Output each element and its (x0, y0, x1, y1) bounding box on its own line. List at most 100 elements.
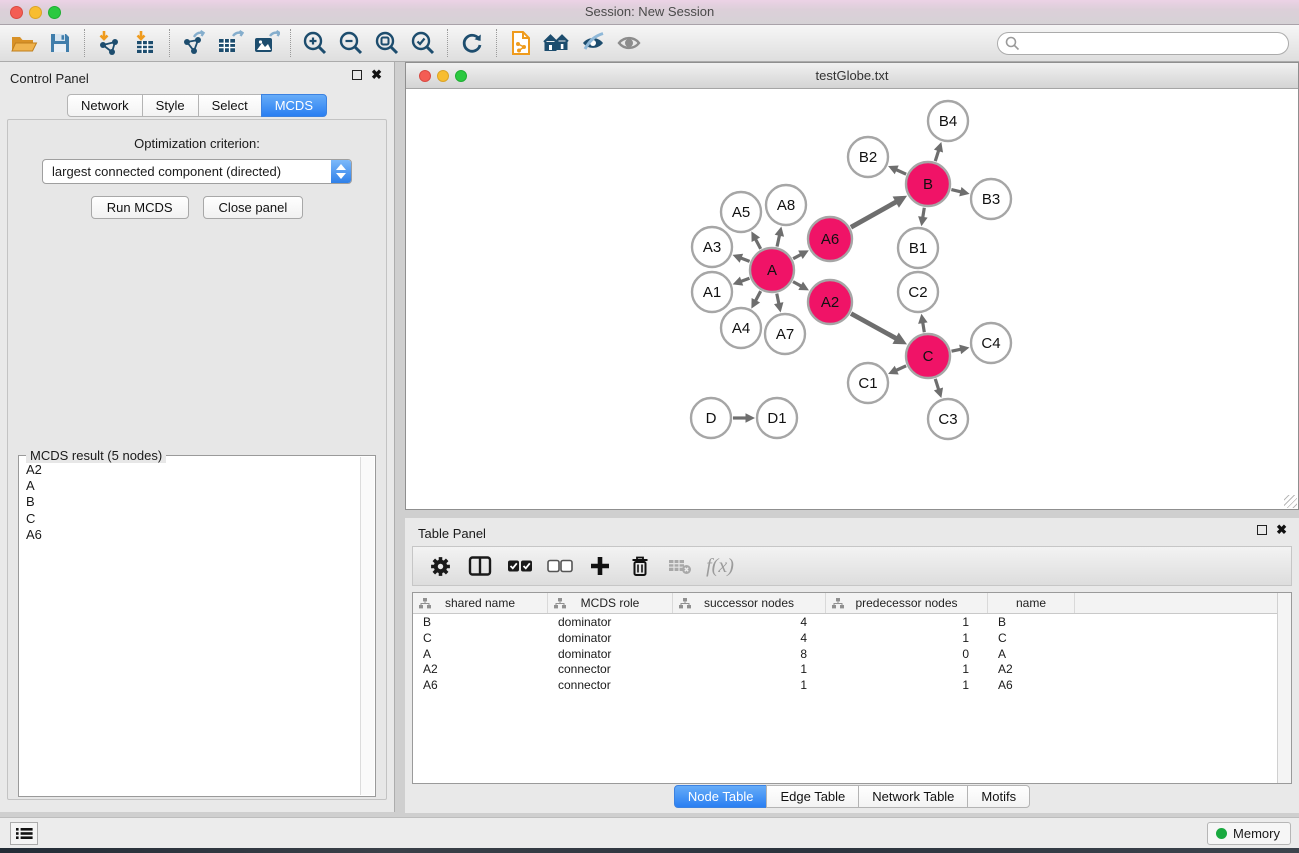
graph-node-label-A8: A8 (777, 197, 795, 214)
graph-edge-A-A5[interactable] (755, 239, 760, 249)
open-session-button[interactable] (6, 28, 42, 58)
graph-edge-arrowhead (959, 187, 969, 196)
table-scrollbar[interactable] (1277, 593, 1291, 783)
result-scrollbar[interactable] (360, 457, 374, 795)
close-panel-button[interactable]: Close panel (203, 196, 304, 219)
table-header-row: shared name MCDS role successor nodes pr… (413, 593, 1291, 614)
column-header-mcds-role[interactable]: MCDS role (548, 593, 673, 613)
graph-edge-B-B1[interactable] (923, 208, 925, 218)
list-item[interactable]: A (26, 478, 353, 494)
list-item[interactable]: B (26, 494, 353, 510)
cell-mcds-role: connector (548, 661, 673, 677)
graph-edge-arrowhead (934, 388, 943, 399)
graph-edge-A-A3[interactable] (740, 258, 749, 261)
graph-node-label-D: D (706, 410, 717, 427)
table-row[interactable]: A6 connector 1 1 A6 (413, 677, 1291, 693)
zoom-out-button[interactable] (333, 28, 369, 58)
float-table-panel-icon[interactable] (1257, 525, 1267, 535)
deselect-all-button[interactable] (545, 552, 575, 580)
desktop-background-strip (0, 848, 1299, 853)
select-all-button[interactable] (505, 552, 535, 580)
import-network-icon (96, 30, 122, 56)
save-session-button[interactable] (42, 28, 78, 58)
delete-column-button[interactable] (625, 552, 655, 580)
table-row[interactable]: A dominator 8 0 A (413, 646, 1291, 662)
list-item[interactable]: A2 (26, 462, 353, 478)
run-mcds-button[interactable]: Run MCDS (91, 196, 189, 219)
new-session-button[interactable] (503, 28, 539, 58)
graph-edge-C-C4[interactable] (952, 349, 962, 351)
graph-node-label-B4: B4 (939, 113, 957, 130)
tab-network[interactable]: Network (67, 94, 143, 117)
network-canvas[interactable]: B4B2BB3B1A5A8A6A3AA1A2A4A7C2C4CC1C3DD1 (406, 89, 1298, 509)
network-window-titlebar: testGlobe.txt (406, 63, 1298, 89)
graph-edge-A-A1[interactable] (741, 278, 750, 281)
column-header-successor-nodes[interactable]: successor nodes (673, 593, 826, 613)
zoom-fit-button[interactable] (369, 28, 405, 58)
graph-edge-B-B3[interactable] (951, 190, 961, 192)
column-header-predecessor-nodes[interactable]: predecessor nodes (826, 593, 988, 613)
table-row[interactable]: B dominator 4 1 B (413, 614, 1291, 630)
memory-label: Memory (1233, 826, 1280, 841)
graph-edge-B-B2[interactable] (896, 170, 906, 175)
list-item[interactable]: A6 (26, 527, 353, 543)
tab-mcds[interactable]: MCDS (261, 94, 327, 117)
graph-node-label-B2: B2 (859, 149, 877, 166)
show-columns-button[interactable] (465, 552, 495, 580)
columns-icon (468, 555, 492, 577)
cell-shared-name: A6 (413, 677, 548, 693)
table-settings-button[interactable] (425, 552, 455, 580)
graph-edge-A-A6[interactable] (793, 254, 801, 258)
homes-button[interactable] (539, 28, 575, 58)
resize-grip-icon[interactable] (1284, 495, 1297, 508)
tab-node-table[interactable]: Node Table (674, 785, 768, 808)
optimization-criterion-select[interactable]: largest connected component (directed) (42, 159, 352, 184)
show-graphics-details-button[interactable] (611, 28, 647, 58)
graph-edge-A-A2[interactable] (793, 282, 802, 287)
graph-node-label-C1: C1 (858, 375, 877, 392)
graph-edge-A6-B[interactable] (851, 202, 897, 228)
apply-layout-button[interactable] (454, 28, 490, 58)
graph-edge-C-C2[interactable] (923, 322, 925, 332)
column-header-shared-name[interactable]: shared name (413, 593, 548, 613)
graph-edge-A-A8[interactable] (777, 235, 780, 247)
tab-network-table[interactable]: Network Table (858, 785, 968, 808)
column-header-name[interactable]: name (988, 593, 1075, 613)
trash-icon (629, 555, 651, 577)
create-column-button[interactable] (585, 552, 615, 580)
export-network-button[interactable] (176, 28, 212, 58)
graph-node-label-A1: A1 (703, 284, 721, 301)
close-table-panel-icon[interactable]: ✖ (1276, 525, 1287, 535)
tab-edge-table[interactable]: Edge Table (766, 785, 859, 808)
table-row[interactable]: A2 connector 1 1 A2 (413, 661, 1291, 677)
table-row[interactable]: C dominator 4 1 C (413, 630, 1291, 646)
graph-edge-A2-C[interactable] (851, 314, 896, 339)
import-network-button[interactable] (91, 28, 127, 58)
hide-graphics-details-button[interactable] (575, 28, 611, 58)
tab-select[interactable]: Select (198, 94, 262, 117)
show-task-history-button[interactable] (10, 822, 38, 845)
memory-button[interactable]: Memory (1207, 822, 1291, 845)
export-image-button[interactable] (248, 28, 284, 58)
graph-edge-A-A7[interactable] (777, 294, 779, 305)
graph-edge-arrowhead (959, 345, 969, 354)
zoom-selected-button[interactable] (405, 28, 441, 58)
tab-style[interactable]: Style (142, 94, 199, 117)
float-panel-icon[interactable] (352, 70, 362, 80)
cell-name: B (988, 614, 1075, 630)
graph-edge-A-A4[interactable] (755, 291, 760, 301)
search-input[interactable] (997, 32, 1289, 55)
fx-icon: f(x) (706, 555, 734, 578)
close-panel-icon[interactable]: ✖ (371, 70, 382, 80)
tab-motifs[interactable]: Motifs (967, 785, 1030, 808)
graph-edge-C-C1[interactable] (896, 366, 906, 371)
graph-node-label-A6: A6 (821, 231, 839, 248)
import-table-button[interactable] (127, 28, 163, 58)
graph-edge-C-C3[interactable] (935, 379, 939, 390)
graph-edge-B-B4[interactable] (935, 150, 939, 161)
function-builder-button-disabled: f(x) (705, 552, 735, 580)
export-table-button[interactable] (212, 28, 248, 58)
list-item[interactable]: C (26, 511, 353, 527)
zoom-in-button[interactable] (297, 28, 333, 58)
zoom-fit-icon (374, 30, 400, 56)
